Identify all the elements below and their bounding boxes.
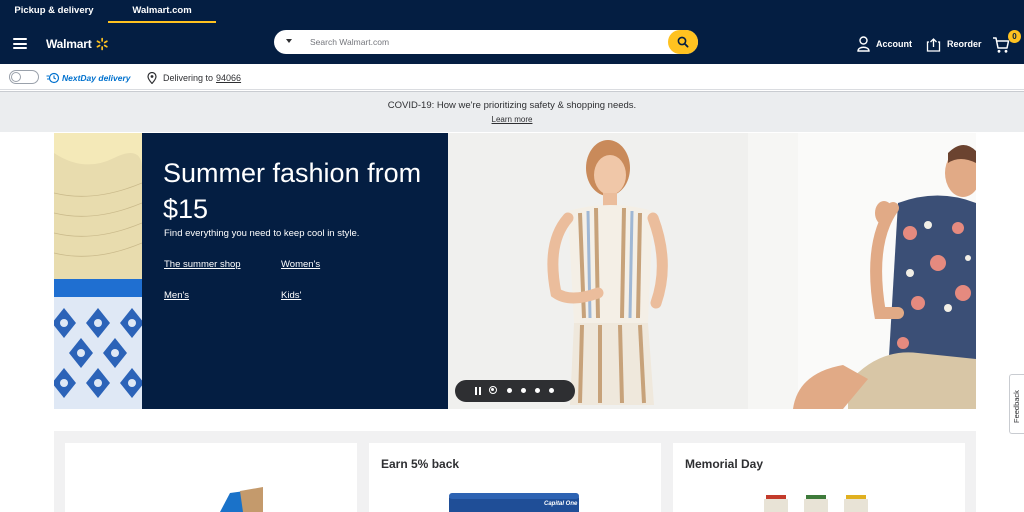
carousel-dot[interactable]	[507, 388, 512, 393]
mens-link[interactable]: Men's	[164, 290, 189, 301]
delivering-label: Delivering to	[163, 72, 214, 83]
cart-icon	[993, 37, 1010, 53]
location-pin-icon	[147, 71, 157, 84]
account-label: Account	[876, 39, 912, 49]
womens-link[interactable]: Women's	[281, 259, 320, 270]
walmart-logo[interactable]: Walmart	[46, 35, 109, 53]
tab-walmart-com[interactable]: Walmart.com	[108, 0, 216, 24]
account-icon	[857, 36, 870, 52]
promo-card-2[interactable]: Earn 5% back Capital One	[369, 443, 661, 512]
search-input[interactable]	[310, 33, 650, 51]
carousel-dot[interactable]	[549, 388, 554, 393]
spark-icon	[96, 37, 108, 51]
feedback-label: Feedback	[1012, 390, 1021, 423]
reorder-label: Reorder	[947, 39, 982, 49]
cart-button[interactable]: 0	[992, 30, 1022, 54]
pause-icon[interactable]	[475, 387, 481, 395]
search-bar	[274, 30, 698, 54]
delivery-bar: NextDay delivery Delivering to 94066	[0, 64, 1024, 90]
card-image	[220, 487, 263, 512]
summer-shop-link[interactable]: The summer shop	[164, 259, 241, 270]
carousel-dot[interactable]	[521, 388, 526, 393]
nextday-toggle[interactable]	[9, 70, 39, 84]
cart-count-badge: 0	[1008, 30, 1021, 43]
department-dropdown-icon[interactable]	[286, 39, 292, 43]
search-icon	[677, 36, 689, 48]
svg-text:Capital One: Capital One	[544, 501, 578, 507]
search-button[interactable]	[668, 30, 698, 54]
zip-code-link[interactable]: 94066	[216, 73, 241, 83]
carousel-dot[interactable]	[535, 388, 540, 393]
promo-card-1[interactable]	[65, 443, 357, 512]
reorder-button[interactable]: Reorder	[926, 35, 982, 53]
global-header: Pickup & delivery Walmart.com Walmart Se…	[0, 0, 1024, 64]
feedback-tab[interactable]: Feedback	[1009, 374, 1024, 434]
kids-link[interactable]: Kids'	[281, 290, 301, 301]
hero-text-panel: Summer fashion from $15 Find everything …	[142, 133, 448, 409]
hero-subtitle: Find everything you need to keep cool in…	[164, 228, 360, 239]
delivery-location[interactable]: Delivering to 94066	[147, 71, 241, 84]
hero-carousel: Summer fashion from $15 Find everything …	[54, 133, 976, 409]
nextday-label: NextDay delivery	[62, 72, 131, 83]
account-button[interactable]: Account	[857, 35, 912, 53]
menu-icon[interactable]	[13, 38, 27, 50]
carousel-controls	[455, 380, 575, 402]
learn-more-label: Learn more	[491, 115, 533, 124]
carousel-dot[interactable]	[489, 386, 497, 394]
nextday-icon	[46, 72, 60, 83]
active-tab-indicator	[108, 21, 216, 23]
reorder-icon	[926, 37, 941, 52]
covid-message: COVID-19: How we're prioritizing safety …	[387, 100, 637, 111]
card-image	[764, 495, 868, 512]
nextday-delivery-link[interactable]: NextDay delivery	[46, 71, 131, 84]
hero-title: Summer fashion from $15	[163, 158, 422, 224]
hero-decor-image	[54, 133, 142, 409]
logo-text: Walmart	[46, 37, 92, 51]
hero-photo[interactable]	[448, 133, 976, 409]
tab-pickup-delivery[interactable]: Pickup & delivery	[0, 0, 108, 24]
card-image: Capital One	[449, 493, 579, 512]
tab-walmart-com-label: Walmart.com	[132, 5, 192, 16]
covid-banner: COVID-19: How we're prioritizing safety …	[0, 91, 1024, 132]
learn-more-link[interactable]: Learn more	[0, 115, 1024, 124]
promo-card-3[interactable]: Memorial Day	[673, 443, 965, 512]
